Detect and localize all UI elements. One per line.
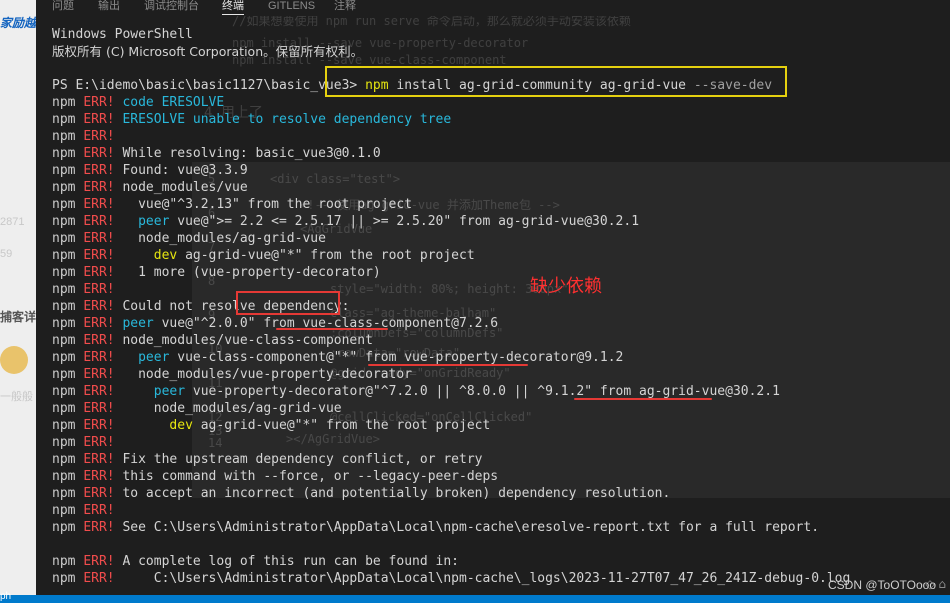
tab-gitlens[interactable]: GITLENS [268,0,315,14]
line-number: 14 [208,436,223,450]
command-highlight-box [325,66,787,97]
terminal-header: Windows PowerShell [52,27,193,42]
tab-comments[interactable]: 注释 [334,0,356,14]
npm-err-line: npm ERR! node_modules/vue [52,180,248,195]
ghost-code: <div class="test"> [270,172,401,186]
tab-problems[interactable]: 问题 [52,0,74,14]
panel-tab-bar: 问题 输出 调试控制台 终端 GITLENS 注释 [36,0,950,16]
npm-err-line: npm ERR! ERESOLVE unable to resolve depe… [52,112,452,127]
faint-count: 59 [0,248,13,260]
npm-err-line: npm ERR! peer vue-class-component@"*" fr… [52,350,624,365]
promo-text: 家励越多 [0,16,36,30]
npm-err-line: npm ERR! peer vue@"^2.0.0" from vue-clas… [52,316,499,331]
emoji-icon [0,346,28,374]
npm-err-line: npm ERR! Found: vue@3.3.9 [52,163,248,178]
npm-err-line: npm ERR! vue@"^3.2.13" from the root pro… [52,197,413,212]
npm-err-line: npm ERR! node_modules/vue-property-decor… [52,367,413,382]
npm-err-line: npm ERR! While resolving: basic_vue3@0.1… [52,146,381,161]
npm-err-line: npm ERR! node_modules/ag-grid-vue [52,231,326,246]
npm-err-line: npm ERR! node_modules/vue-class-componen… [52,333,373,348]
missing-dependency-label: 缺少依赖 [530,276,602,297]
prompt-path: PS E:\idemo\basic\basic1127\basic_vue3> [52,78,366,93]
npm-err-line: npm ERR! code ERESOLVE [52,95,225,110]
tab-terminal[interactable]: 终端 [222,0,244,15]
npm-err-line: npm ERR! A complete log of this run can … [52,554,459,569]
detail-heading: 捕客详情 [0,310,36,324]
npm-err-line: npm ERR! 1 more (vue-property-decorator) [52,265,381,280]
npm-err-line: npm ERR! See C:\Users\Administrator\AppD… [52,520,820,535]
status-left-text: ph [0,591,12,602]
ghost-code: ></AgGridVue> [286,432,380,446]
npm-err-line: npm ERR! [52,503,115,518]
npm-err-line: npm ERR! [52,435,115,450]
underline-vue-class-component [276,328,388,330]
npm-err-line: npm ERR! peer vue@">= 2.2 <= 2.5.17 || >… [52,214,640,229]
npm-err-line: npm ERR! this command with --force, or -… [52,469,499,484]
npm-err-line: npm ERR! dev ag-grid-vue@"*" from the ro… [52,418,491,433]
npm-err-line: npm ERR! Fix the upstream dependency con… [52,452,483,467]
npm-err-line: npm ERR! dev ag-grid-vue@"*" from the ro… [52,248,475,263]
npm-err-line: npm ERR! to accept an incorrect (and pot… [52,486,671,501]
npm-err-line: npm ERR! C:\Users\Administrator\AppData\… [52,571,851,586]
tab-output[interactable]: 输出 [98,0,120,14]
dependency-red-box [236,291,340,315]
faint-text: 一般般 [0,391,33,403]
underline-ag-grid-vue [574,398,712,400]
status-bar: ph [0,591,950,603]
background-page-strip: 家励越多 2871 59 捕客详情 一般般 捕事 [0,0,36,603]
npm-err-line: npm ERR! [52,282,115,297]
underline-vue-property-decorator [368,364,528,366]
tab-debug-console[interactable]: 调试控制台 [144,0,199,14]
npm-err-line: npm ERR! [52,129,115,144]
faint-count: 2871 [0,216,25,228]
terminal-copyright: 版权所有 (C) Microsoft Corporation。保留所有权利。 [52,44,364,59]
npm-err-line: npm ERR! node_modules/ag-grid-vue [52,401,342,416]
watermark: CSDN @ToOTOooo [828,578,936,592]
